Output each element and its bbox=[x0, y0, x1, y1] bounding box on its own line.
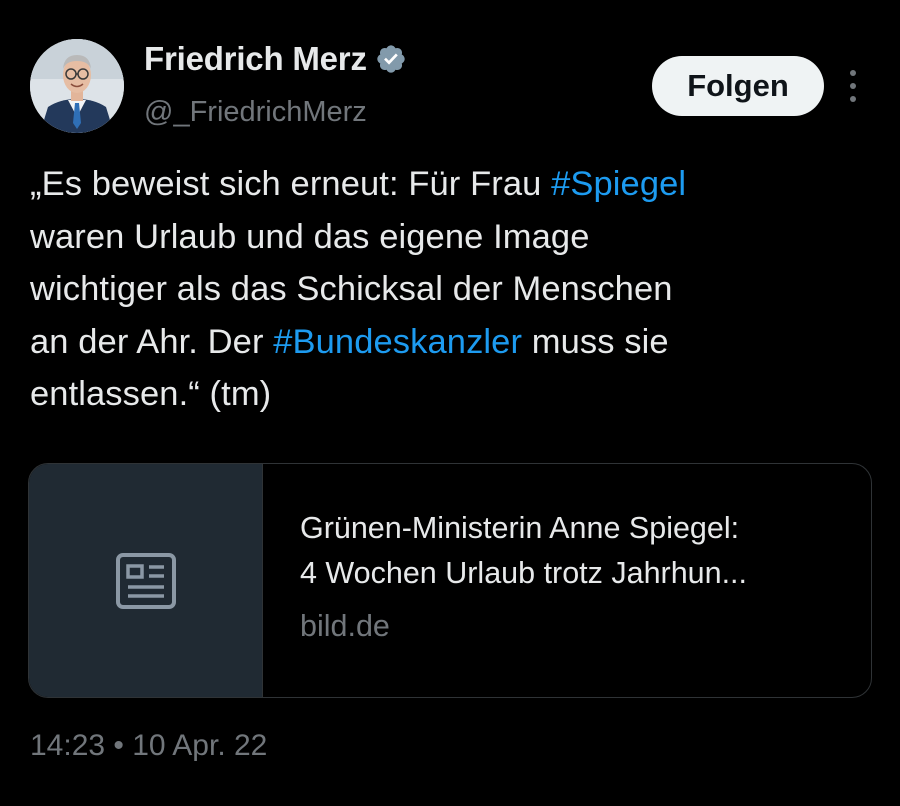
tweet: Friedrich Merz @_FriedrichMerz Folgen „E… bbox=[0, 0, 900, 806]
tweet-text-segment: wichtiger als das Schicksal der Menschen bbox=[30, 270, 673, 308]
author-handle[interactable]: @_FriedrichMerz bbox=[144, 96, 367, 129]
tweet-text-line: entlassen.“ (tm) bbox=[30, 368, 880, 421]
avatar[interactable] bbox=[30, 39, 124, 133]
tweet-text-segment: an der Ahr. Der bbox=[30, 322, 274, 361]
link-card[interactable]: Grünen-Ministerin Anne Spiegel: 4 Wochen… bbox=[28, 463, 872, 698]
tweet-text-line: wichtiger als das Schicksal der Menschen bbox=[30, 263, 880, 316]
more-dot bbox=[850, 96, 856, 102]
tweet-timestamp[interactable]: 14:23 • 10 Apr. 22 bbox=[30, 729, 267, 763]
profile-photo bbox=[30, 39, 124, 133]
link-card-title-line1: Grünen-Ministerin Anne Spiegel: bbox=[300, 511, 740, 545]
author-display-name[interactable]: Friedrich Merz bbox=[144, 40, 367, 78]
hashtag-link[interactable]: #Spiegel bbox=[551, 165, 686, 203]
more-dot bbox=[850, 83, 856, 89]
tweet-text-segment: entlassen.“ (tm) bbox=[30, 375, 272, 413]
tweet-text-segment: „Es beweist sich erneut: Für Frau bbox=[30, 165, 552, 203]
hashtag-link[interactable]: #Bundeskanzler bbox=[273, 323, 522, 361]
author-name-row: Friedrich Merz bbox=[144, 40, 407, 78]
follow-button[interactable]: Folgen bbox=[652, 56, 824, 116]
link-card-domain: bild.de bbox=[300, 609, 390, 643]
tweet-text-segment: muss sie bbox=[522, 322, 669, 361]
more-vertical-icon[interactable] bbox=[840, 66, 866, 106]
verified-badge-icon[interactable] bbox=[375, 43, 407, 75]
tweet-text: „Es beweist sich erneut: Für Frau #Spieg… bbox=[30, 158, 880, 421]
tweet-text-line: waren Urlaub und das eigene Image bbox=[30, 211, 880, 264]
link-card-title-line2: 4 Wochen Urlaub trotz Jahrhun... bbox=[300, 556, 748, 590]
tweet-text-line: an der Ahr. Der #Bundeskanzler muss sie bbox=[30, 316, 880, 369]
link-card-media[interactable] bbox=[29, 464, 263, 697]
article-icon bbox=[115, 552, 176, 609]
link-card-body[interactable]: Grünen-Ministerin Anne Spiegel: 4 Wochen… bbox=[263, 464, 871, 697]
tweet-text-line: „Es beweist sich erneut: Für Frau #Spieg… bbox=[30, 158, 880, 211]
more-dot bbox=[850, 70, 856, 76]
tweet-text-segment: waren Urlaub und das eigene Image bbox=[30, 217, 590, 256]
